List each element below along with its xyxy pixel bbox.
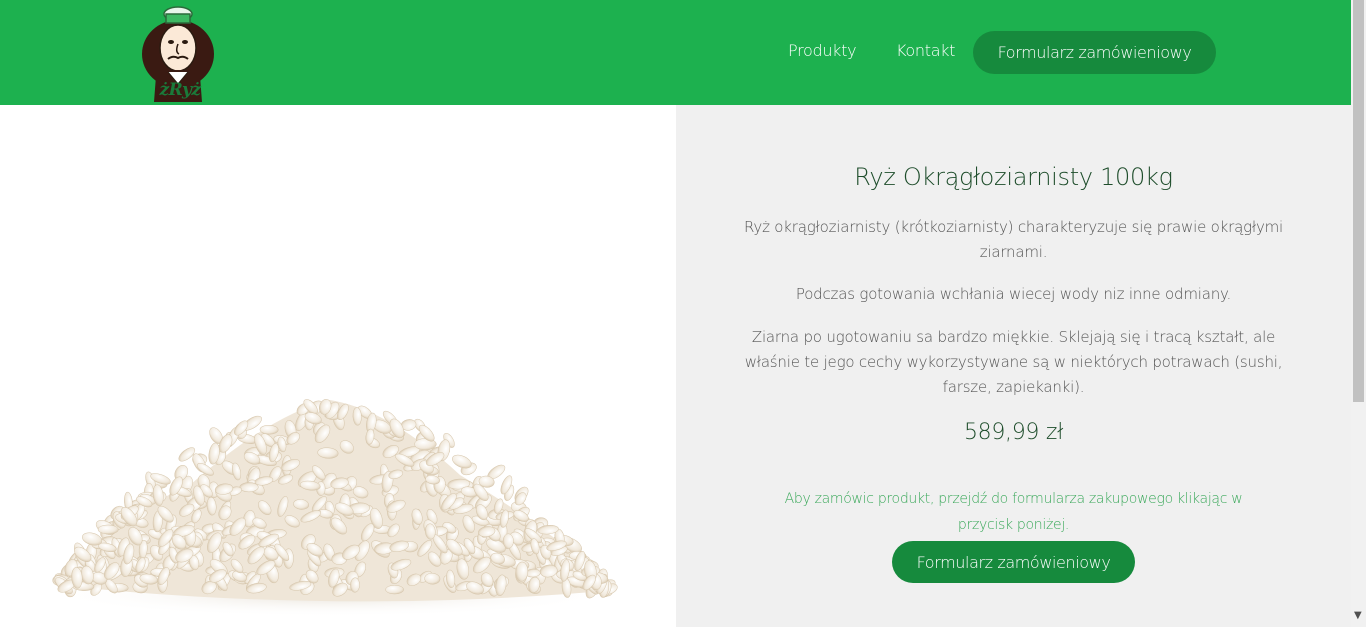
order-form-button[interactable]: Formularz zamówieniowy xyxy=(892,541,1135,583)
product-image-area xyxy=(0,105,676,627)
scrollbar-thumb[interactable] xyxy=(1353,0,1364,402)
product-description-1: Ryż okrągłoziarnisty (krótkoziarnisty) c… xyxy=(743,218,1284,261)
rice-pile-image xyxy=(50,399,618,617)
site-header: żRyż Produkty Kontakt Formularz zamówien… xyxy=(0,0,1351,105)
rice-grain xyxy=(259,424,279,435)
product-description-3: Ziarna po ugotowaniu sa bardzo miękkie. … xyxy=(744,328,1283,396)
product-info-panel: Ryż Okrągłoziarnisty 100kg Ryż okrągłozi… xyxy=(676,105,1351,627)
rice-grain xyxy=(502,533,514,549)
logo[interactable]: żRyż xyxy=(138,2,218,104)
chevron-down-icon[interactable]: ▼ xyxy=(1354,610,1362,621)
page: żRyż Produkty Kontakt Formularz zamówien… xyxy=(0,0,1366,627)
logo-text: żRyż xyxy=(159,80,201,100)
product-description-2: Podczas gotowania wchłania wiecej wody n… xyxy=(795,285,1232,303)
rice-grain xyxy=(385,584,404,595)
order-instructions: Aby zamówic produkt, przejdź do formular… xyxy=(784,491,1243,533)
nav-kontakt-link[interactable]: Kontakt xyxy=(896,41,955,60)
vertical-scrollbar[interactable]: ▼ xyxy=(1351,0,1366,627)
rice-grain xyxy=(350,577,360,593)
product-price: 589,99 zł xyxy=(963,420,1064,445)
product-title: Ryż Okrągłoziarnisty 100kg xyxy=(854,163,1173,191)
rice-grain xyxy=(97,524,119,535)
nav-produkty-link[interactable]: Produkty xyxy=(788,41,857,60)
truncated-text xyxy=(776,617,1251,627)
nav-order-form-button[interactable]: Formularz zamówieniowy xyxy=(973,31,1216,74)
